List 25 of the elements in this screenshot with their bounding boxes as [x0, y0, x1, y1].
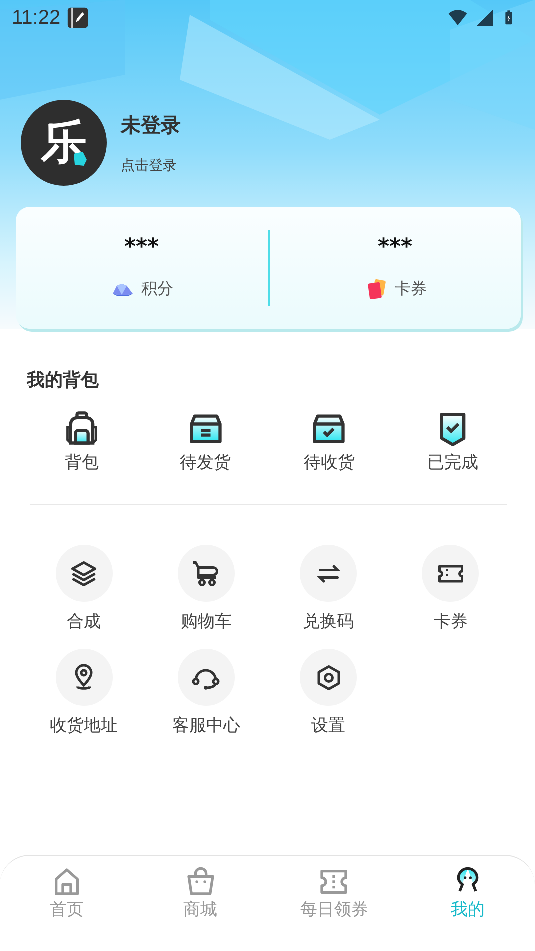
menu-label[interactable]: 兑换码 [303, 610, 354, 633]
menu-label[interactable]: 收货地址 [50, 714, 118, 737]
stat-value: *** [124, 234, 159, 260]
stat-value: *** [378, 234, 412, 260]
menu-label[interactable]: 客服中心 [172, 714, 240, 737]
menu-label[interactable]: 设置 [312, 714, 346, 737]
menu-label[interactable]: 待发货 [180, 451, 232, 474]
menu-label[interactable]: 合成 [67, 610, 102, 633]
menu-label[interactable]: 已完成 [428, 451, 479, 474]
menu-label[interactable]: 待收货 [304, 451, 355, 474]
layers-icon [69, 558, 100, 588]
status-time: 11:22 [12, 6, 61, 30]
wifi-icon [447, 8, 469, 28]
edit-notification-icon [66, 7, 89, 29]
cart-icon [191, 558, 222, 588]
login-link[interactable]: 点击登录 [121, 156, 181, 174]
section-title: 我的背包 [27, 369, 100, 392]
signal-icon [475, 8, 495, 28]
login-status: 未登录 [121, 112, 181, 138]
menu-label[interactable]: 购物车 [180, 610, 232, 633]
menu-label[interactable]: 卡券 [434, 610, 468, 633]
shopping-bag-icon [184, 866, 217, 898]
menu-label[interactable]: 背包 [64, 451, 99, 474]
stat-label[interactable]: 卡券 [394, 279, 427, 300]
stat-label[interactable]: 积分 [141, 279, 174, 300]
